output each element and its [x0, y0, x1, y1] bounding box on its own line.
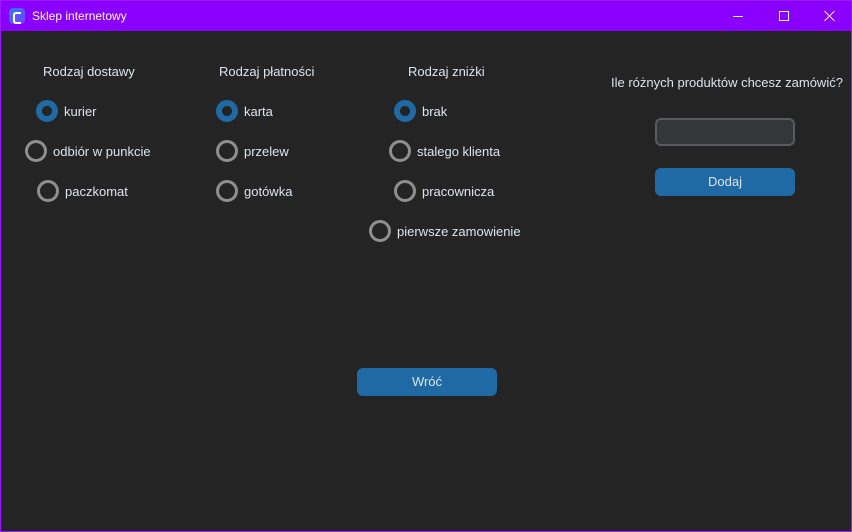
radio-button-icon: [389, 140, 411, 162]
radio-label: brak: [422, 104, 448, 119]
app-window: Sklep internetowy Rodzaj dostawy kurier …: [0, 0, 852, 532]
product-count-input[interactable]: [655, 118, 795, 146]
maximize-icon: [779, 11, 789, 21]
back-button[interactable]: Wróć: [357, 368, 497, 396]
discount-heading: Rodzaj zniżki: [408, 64, 485, 79]
radio-button-icon: [216, 100, 238, 122]
radio-label: pierwsze zamowienie: [397, 224, 521, 239]
app-icon: [9, 8, 25, 24]
payment-heading: Rodzaj płatności: [219, 64, 315, 79]
radio-label: paczkomat: [65, 184, 128, 199]
radio-button-icon: [37, 180, 59, 202]
radio-button-icon: [369, 220, 391, 242]
radio-button-icon: [394, 100, 416, 122]
close-icon: [824, 10, 836, 22]
maximize-button[interactable]: [761, 1, 807, 31]
radio-label: przelew: [244, 144, 289, 159]
radio-button-icon: [36, 100, 58, 122]
add-button[interactable]: Dodaj: [655, 168, 795, 196]
radio-button-icon: [216, 180, 238, 202]
radio-button-icon: [216, 140, 238, 162]
minimize-icon: [733, 16, 743, 17]
close-button[interactable]: [807, 1, 852, 31]
radio-label: stalego klienta: [417, 144, 501, 159]
radio-button-icon: [394, 180, 416, 202]
minimize-button[interactable]: [715, 1, 761, 31]
radio-label: gotówka: [244, 184, 293, 199]
radio-label: odbiór w punkcie: [53, 144, 151, 159]
title-bar[interactable]: Sklep internetowy: [1, 1, 851, 31]
radio-button-icon: [25, 140, 47, 162]
radio-label: kurier: [64, 104, 97, 119]
products-question: Ile różnych produktów chcesz zamówić?: [611, 75, 843, 90]
radio-label: karta: [244, 104, 273, 119]
delivery-heading: Rodzaj dostawy: [43, 64, 135, 79]
window-title: Sklep internetowy: [32, 9, 127, 23]
radio-label: pracownicza: [422, 184, 495, 199]
